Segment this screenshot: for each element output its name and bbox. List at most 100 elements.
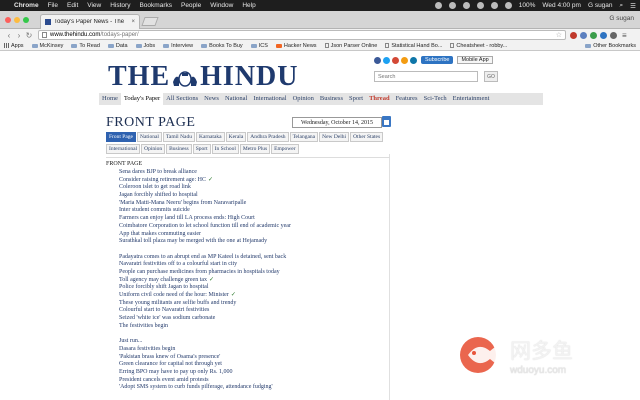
mobile-app-button[interactable]: Mobile App: [457, 56, 493, 64]
other-bookmarks[interactable]: Other Bookmarks: [585, 43, 636, 49]
bookmark-link[interactable]: Cheatsheet - robby...: [450, 43, 507, 49]
menu-file[interactable]: File: [48, 2, 58, 9]
section-karnataka[interactable]: Karnataka: [196, 132, 225, 142]
edition-date-picker[interactable]: Wednesday, October 14, 2015: [292, 117, 382, 128]
page-info-icon[interactable]: [42, 32, 47, 38]
close-window-button[interactable]: [5, 17, 11, 23]
clock[interactable]: Wed 4:00 pm: [542, 2, 581, 9]
bookmark-link[interactable]: Hacker News: [275, 43, 317, 49]
calendar-icon[interactable]: [382, 116, 391, 127]
nav-news[interactable]: News: [201, 93, 222, 105]
nav-todays-paper[interactable]: Today's Paper: [120, 93, 164, 105]
article-link[interactable]: Jagan forcibly shifted to hospital: [119, 192, 291, 200]
nav-international[interactable]: International: [250, 93, 289, 105]
article-title[interactable]: Coleroon islet to get road link: [119, 184, 191, 190]
section-front-page[interactable]: Front Page: [106, 132, 136, 142]
article-title[interactable]: Colourful start to Navaratri festivities: [119, 307, 209, 313]
linkedin-icon[interactable]: [410, 56, 417, 64]
menu-chrome[interactable]: Chrome: [14, 2, 39, 9]
article-title[interactable]: Consider raising retirement age: HC: [119, 177, 206, 183]
menu-bookmarks[interactable]: Bookmarks: [139, 2, 172, 9]
article-title[interactable]: President cancels event amid protests: [119, 377, 209, 383]
article-link[interactable]: Uniform civil code need of the hour: Min…: [119, 292, 291, 300]
forward-arrow-icon[interactable]: ›: [14, 31, 24, 40]
article-link[interactable]: Farmers can enjoy land till LA process e…: [119, 215, 291, 223]
close-tab-icon[interactable]: ×: [131, 19, 135, 25]
bluetooth-icon[interactable]: [476, 2, 484, 9]
section-empower[interactable]: Empower: [271, 144, 299, 154]
menu-help[interactable]: Help: [242, 2, 255, 9]
section-andhra-pradesh[interactable]: Andhra Pradesh: [247, 132, 289, 142]
article-link[interactable]: Erring BPO may have to pay up only Rs. 1…: [119, 369, 291, 377]
google-plus-icon[interactable]: [392, 56, 399, 64]
article-link[interactable]: People can purchase medicines from pharm…: [119, 269, 291, 277]
section-tamil-nadu[interactable]: Tamil Nadu: [162, 132, 195, 142]
nav-national[interactable]: National: [222, 93, 250, 105]
spotlight-icon[interactable]: ⌕: [620, 2, 624, 10]
search-go-button[interactable]: GO: [484, 71, 498, 82]
article-title[interactable]: Coimbatore Corporation to let school fun…: [119, 223, 291, 229]
menubar-user[interactable]: G sugan: [588, 2, 613, 9]
article-link[interactable]: Consider raising retirement age: HC ✓: [119, 177, 291, 185]
bookmark-folder[interactable]: Jobs: [135, 43, 155, 49]
subscribe-button[interactable]: Subscribe: [421, 56, 454, 64]
section-national[interactable]: National: [137, 132, 162, 142]
article-link[interactable]: Police forcibly shift Jagan to hospital: [119, 284, 291, 292]
article-link[interactable]: 'Maria Matti-Mana Neeru' begins from Nar…: [119, 200, 291, 208]
section-new-delhi[interactable]: New Delhi: [319, 132, 350, 142]
article-title[interactable]: Inter student commits suicide: [119, 207, 190, 213]
article-title[interactable]: App that makes commuting easier: [119, 231, 201, 237]
timer-icon[interactable]: [462, 2, 470, 9]
article-link[interactable]: Navaratri festivities off to a colourful…: [119, 261, 291, 269]
article-title[interactable]: Toll agency may challenge green tax: [119, 277, 207, 283]
minimize-window-button[interactable]: [14, 17, 20, 23]
zoom-window-button[interactable]: [23, 17, 29, 23]
nav-opinion[interactable]: Opinion: [290, 93, 317, 105]
article-title[interactable]: 'Adopt SMS system to curb funds pilferag…: [119, 384, 273, 390]
section-other-states[interactable]: Other States: [350, 132, 384, 142]
article-title[interactable]: Farmers can enjoy land till LA process e…: [119, 215, 255, 221]
article-title[interactable]: Navaratri festivities off to a colourful…: [119, 261, 237, 267]
article-link[interactable]: Coleroon islet to get road link: [119, 184, 291, 192]
article-link[interactable]: App that makes commuting easier: [119, 231, 291, 239]
site-search-input[interactable]: [374, 71, 478, 82]
bookmark-folder[interactable]: Books To Buy: [201, 43, 243, 49]
article-link[interactable]: Inter student commits suicide: [119, 207, 291, 215]
article-link[interactable]: Sena dares BJP to break alliance: [119, 169, 291, 177]
nav-all-sections[interactable]: All Sections: [163, 93, 201, 105]
article-title[interactable]: These young militants are selfie buffs a…: [119, 300, 236, 306]
chrome-menu-icon[interactable]: ≡: [622, 31, 627, 40]
back-arrow-icon[interactable]: ‹: [4, 31, 14, 40]
article-link[interactable]: Seized 'white ice' was sodium carbonate: [119, 315, 291, 323]
article-title[interactable]: Green clearance for capital not through …: [119, 361, 222, 367]
menu-view[interactable]: View: [87, 2, 101, 9]
extension-icon[interactable]: [580, 31, 587, 39]
new-tab-button[interactable]: [141, 17, 159, 26]
extension-icon[interactable]: [590, 31, 597, 39]
section-international[interactable]: International: [106, 144, 141, 154]
article-link[interactable]: Colourful start to Navaratri festivities: [119, 307, 291, 315]
bookmark-folder[interactable]: McKinsey: [31, 43, 63, 49]
menu-history[interactable]: History: [110, 2, 130, 9]
menu-window[interactable]: Window: [210, 2, 233, 9]
article-title[interactable]: Sena dares BJP to break alliance: [119, 169, 197, 175]
address-bar[interactable]: www.thehindu.com/todays-paper/ ☆: [38, 30, 566, 40]
menu-edit[interactable]: Edit: [67, 2, 78, 9]
nav-sci-tech[interactable]: Sci-Tech: [421, 93, 450, 105]
facebook-icon[interactable]: [374, 56, 381, 64]
nav-business[interactable]: Business: [317, 93, 346, 105]
notification-center-icon[interactable]: ☰: [630, 2, 636, 10]
rss-icon[interactable]: [401, 56, 408, 64]
extension-icon[interactable]: [610, 31, 617, 39]
section-telangana[interactable]: Telangana: [289, 132, 319, 142]
evernote-icon[interactable]: [448, 2, 456, 9]
nav-sport[interactable]: Sport: [346, 93, 366, 105]
bookmark-link[interactable]: Json Parser Online: [324, 43, 377, 49]
wifi-icon[interactable]: [490, 2, 498, 9]
bookmark-link[interactable]: Statistical Hand Bo...: [385, 43, 442, 49]
article-title[interactable]: Uniform civil code need of the hour: Min…: [119, 292, 229, 298]
section-metro-plus[interactable]: Metro Plus: [239, 144, 271, 154]
bookmark-folder[interactable]: Data: [107, 43, 128, 49]
bookmark-folder[interactable]: Interview: [163, 43, 193, 49]
tab-todays-paper[interactable]: Today's Paper News - The ×: [40, 14, 140, 29]
